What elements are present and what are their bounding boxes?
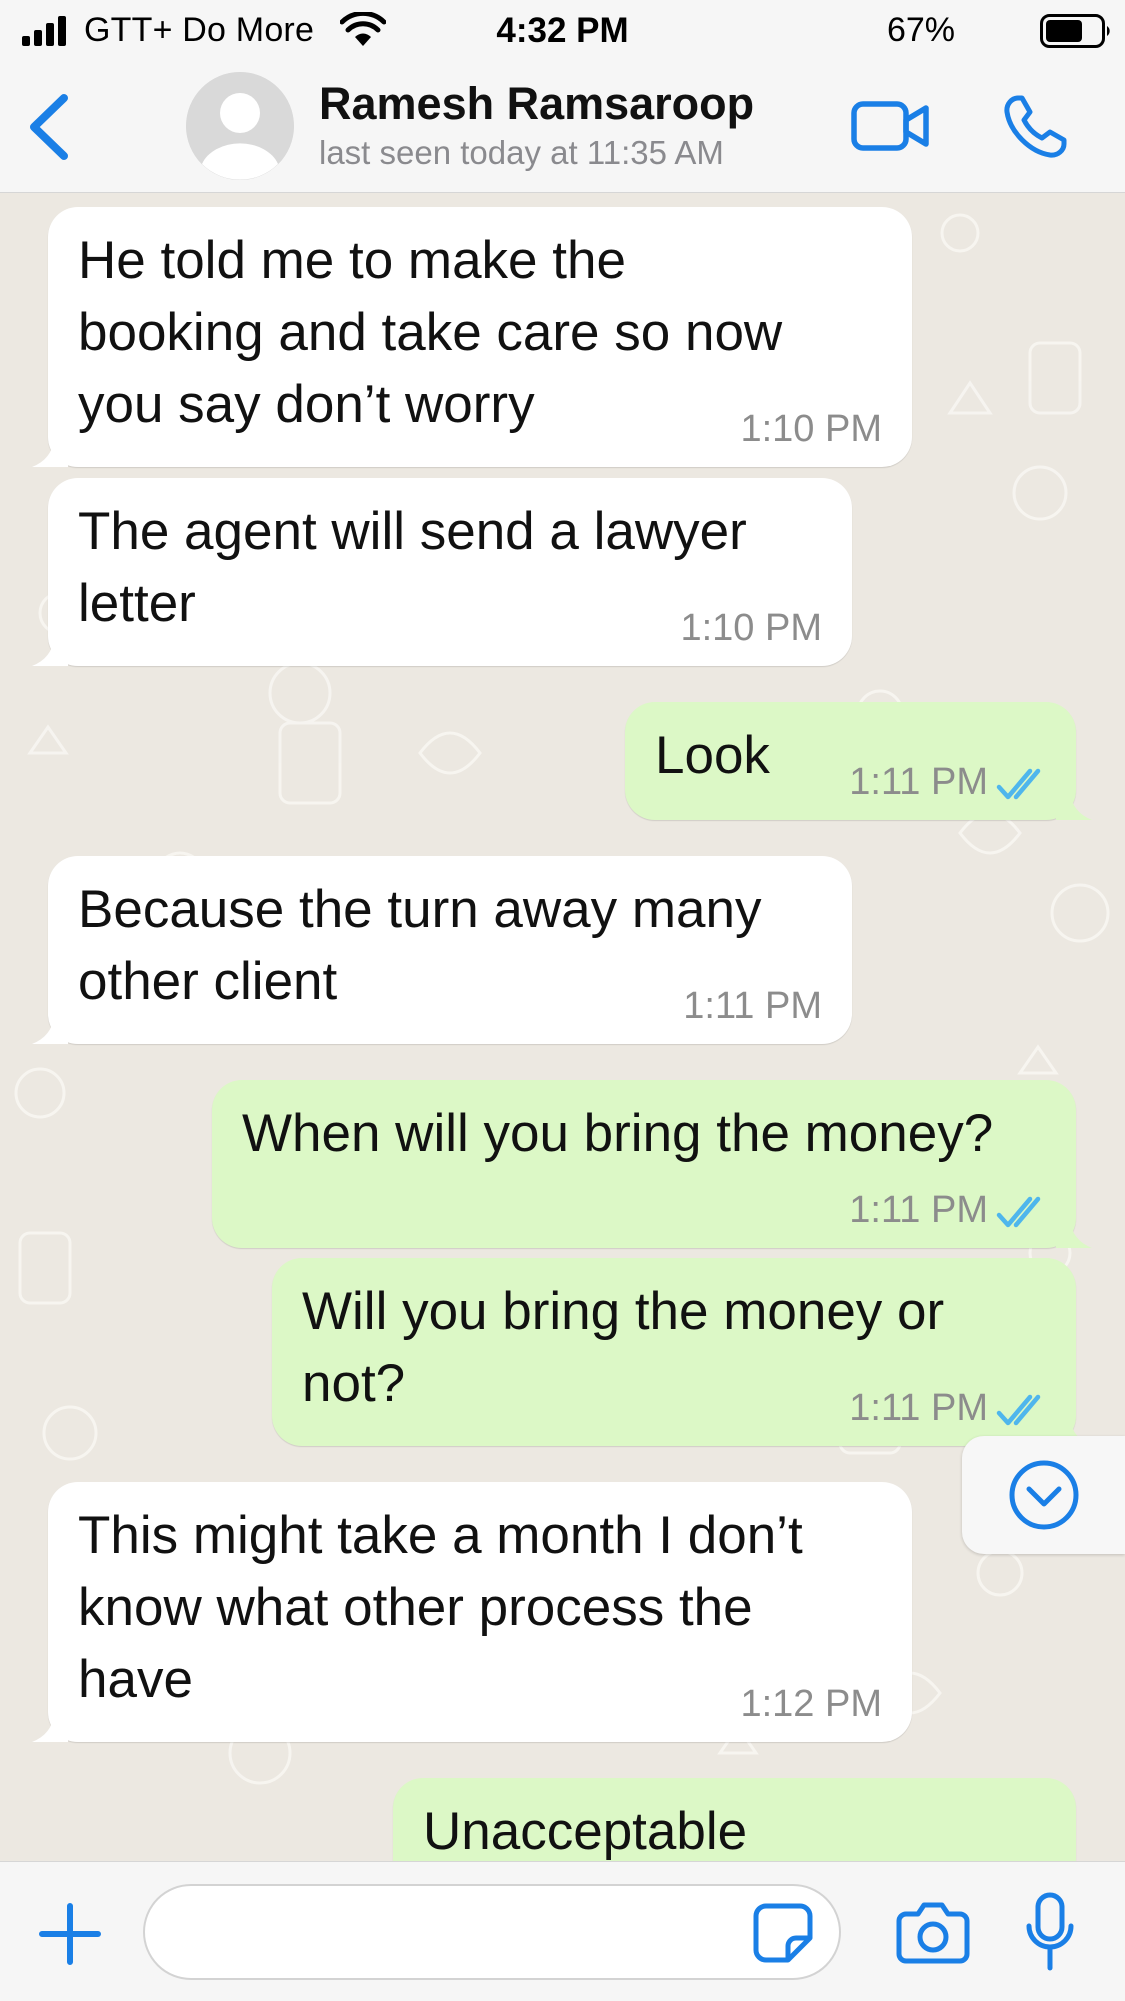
read-receipt-double-check-icon bbox=[996, 1196, 1041, 1228]
read-receipt-double-check-icon bbox=[996, 1394, 1041, 1426]
outgoing-message-bubble[interactable]: Look 1:11 PM bbox=[625, 702, 1092, 820]
message-time: 1:11 PM bbox=[849, 1387, 988, 1429]
incoming-message-bubble[interactable]: The agent will send a lawyer letter 1:10 … bbox=[32, 478, 852, 666]
bubble-tail bbox=[32, 638, 68, 666]
bubble-tail bbox=[32, 1714, 68, 1742]
incoming-message-bubble[interactable]: Because the turn away many other client 1… bbox=[32, 856, 852, 1044]
status-time: 4:32 PM bbox=[496, 11, 629, 50]
microphone-icon[interactable] bbox=[1024, 1892, 1076, 1972]
message-time: 1:10 PM bbox=[740, 408, 882, 450]
camera-icon[interactable] bbox=[896, 1900, 970, 1964]
read-receipt-double-check-icon bbox=[996, 768, 1041, 800]
message-time: 1:11 PM bbox=[849, 761, 988, 803]
message-text: Unacceptable bbox=[423, 1802, 748, 1861]
battery-icon bbox=[1040, 14, 1110, 48]
composer-bar bbox=[0, 1861, 1125, 2001]
sticker-icon[interactable] bbox=[752, 1902, 814, 1964]
message-list[interactable]: He told me to make the booking and take … bbox=[0, 193, 1125, 1861]
battery-percent: 67% bbox=[886, 11, 955, 49]
message-meta: 1:10 PM bbox=[740, 407, 882, 451]
message-time: 1:11 PM bbox=[683, 985, 822, 1027]
message-time: 1:12 PM bbox=[740, 1683, 882, 1725]
incoming-message-bubble[interactable]: This might take a month I don’t know wha… bbox=[32, 1482, 912, 1742]
message-time: 1:11 PM bbox=[849, 1189, 988, 1231]
scroll-to-bottom-button[interactable] bbox=[962, 1436, 1125, 1554]
video-call-icon[interactable] bbox=[850, 96, 932, 156]
plus-icon[interactable] bbox=[38, 1902, 102, 1966]
bubble-tail bbox=[32, 439, 68, 467]
incoming-message-bubble[interactable]: He told me to make the booking and take … bbox=[32, 207, 912, 467]
whatsapp-chat-screen: GTT+ Do More 4:32 PM 67% Ramesh Ramsaroo… bbox=[0, 0, 1125, 2001]
back-chevron-icon[interactable] bbox=[20, 90, 80, 164]
chevron-down-circle-icon bbox=[1009, 1460, 1079, 1530]
message-meta: 1:11 PM bbox=[849, 1188, 1050, 1232]
bubble-tail bbox=[1056, 792, 1092, 820]
message-meta: 1:11 PM bbox=[683, 984, 822, 1028]
outgoing-message-bubble[interactable]: When will you bring the money? 1:11 PM bbox=[212, 1080, 1092, 1248]
default-avatar-icon bbox=[186, 72, 294, 180]
message-text: When will you bring the money? bbox=[242, 1104, 994, 1163]
status-bar: GTT+ Do More 4:32 PM 67% bbox=[0, 0, 1125, 62]
outgoing-message-bubble[interactable]: Unacceptable1:12 PM bbox=[393, 1778, 1076, 1861]
bubble-tail bbox=[32, 1016, 68, 1044]
last-seen-status: last seen today at 11:35 AM bbox=[319, 134, 724, 171]
message-meta: 1:12 PM bbox=[740, 1682, 882, 1726]
message-input[interactable] bbox=[143, 1884, 841, 1980]
message-meta: 1:10 PM bbox=[680, 606, 822, 650]
chat-header: Ramesh Ramsaroop last seen today at 11:3… bbox=[0, 62, 1125, 193]
contact-avatar[interactable] bbox=[186, 72, 294, 180]
message-meta: 1:11 PM bbox=[849, 1386, 1050, 1430]
message-meta: 1:11 PM bbox=[849, 760, 1050, 804]
message-time: 1:10 PM bbox=[680, 607, 822, 649]
bubble-tail bbox=[1056, 1220, 1092, 1248]
contact-name[interactable]: Ramesh Ramsaroop bbox=[319, 78, 754, 130]
phone-call-icon[interactable] bbox=[1000, 92, 1070, 162]
outgoing-message-bubble[interactable]: Will you bring the money or not? 1:11 PM bbox=[272, 1258, 1092, 1446]
